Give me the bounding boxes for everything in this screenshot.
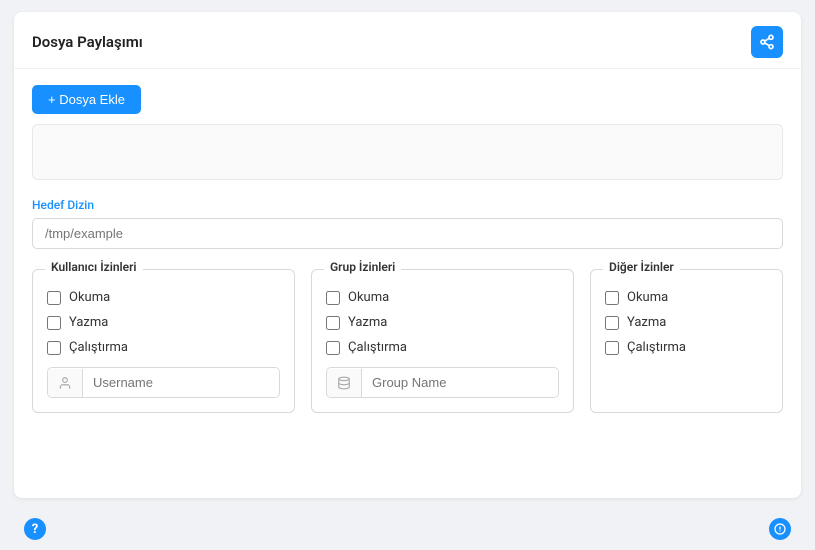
user-read-item: Okuma: [47, 290, 280, 305]
help-button[interactable]: ?: [24, 518, 46, 540]
group-checkboxes: Okuma Yazma Çalıştırma: [326, 290, 559, 355]
other-read-label: Okuma: [627, 290, 668, 305]
group-permissions-title: Grup İzinleri: [324, 260, 401, 274]
username-input[interactable]: [83, 368, 279, 397]
user-permissions-title: Kullanıcı İzinleri: [45, 260, 143, 274]
card-body: + Dosya Ekle Hedef Dizin Kullanıcı İzinl…: [14, 69, 801, 429]
user-write-item: Yazma: [47, 315, 280, 330]
group-icon: [327, 369, 362, 397]
other-write-checkbox[interactable]: [605, 316, 619, 330]
group-write-item: Yazma: [326, 315, 559, 330]
other-exec-item: Çalıştırma: [605, 340, 768, 355]
group-exec-label: Çalıştırma: [348, 340, 407, 355]
group-exec-item: Çalıştırma: [326, 340, 559, 355]
user-checkboxes: Okuma Yazma Çalıştırma: [47, 290, 280, 355]
user-read-checkbox[interactable]: [47, 291, 61, 305]
group-name-input[interactable]: [362, 368, 558, 397]
other-exec-label: Çalıştırma: [627, 340, 686, 355]
other-read-checkbox[interactable]: [605, 291, 619, 305]
user-exec-checkbox[interactable]: [47, 341, 61, 355]
group-write-label: Yazma: [348, 315, 387, 330]
user-icon: [48, 369, 83, 397]
group-write-checkbox[interactable]: [326, 316, 340, 330]
group-input-row: [326, 367, 559, 398]
user-exec-item: Çalıştırma: [47, 340, 280, 355]
info-button[interactable]: [769, 518, 791, 540]
user-read-label: Okuma: [69, 290, 110, 305]
group-exec-checkbox[interactable]: [326, 341, 340, 355]
other-exec-checkbox[interactable]: [605, 341, 619, 355]
share-button[interactable]: [751, 26, 783, 58]
other-write-item: Yazma: [605, 315, 768, 330]
other-checkboxes: Okuma Yazma Çalıştırma: [605, 290, 768, 355]
bottom-bar: ?: [0, 510, 815, 550]
target-dir-input[interactable]: [32, 218, 783, 249]
add-file-button[interactable]: + Dosya Ekle: [32, 85, 141, 114]
group-read-checkbox[interactable]: [326, 291, 340, 305]
page-title: Dosya Paylaşımı: [32, 33, 143, 51]
group-permissions-box: Grup İzinleri Okuma Yazma Çalıştırma: [311, 269, 574, 413]
other-permissions-box: Diğer İzinler Okuma Yazma Çalıştırma: [590, 269, 783, 413]
user-permissions-box: Kullanıcı İzinleri Okuma Yazma Çalışt: [32, 269, 295, 413]
group-read-label: Okuma: [348, 290, 389, 305]
other-read-item: Okuma: [605, 290, 768, 305]
other-permissions-title: Diğer İzinler: [603, 260, 680, 274]
target-dir-label: Hedef Dizin: [32, 198, 783, 212]
file-drop-area: [32, 124, 783, 180]
user-write-checkbox[interactable]: [47, 316, 61, 330]
permissions-row: Kullanıcı İzinleri Okuma Yazma Çalışt: [32, 269, 783, 413]
card-header: Dosya Paylaşımı: [14, 12, 801, 69]
user-write-label: Yazma: [69, 315, 108, 330]
main-card: Dosya Paylaşımı + Dosya Ekle Hedef Dizin: [14, 12, 801, 498]
page-container: Dosya Paylaşımı + Dosya Ekle Hedef Dizin: [0, 0, 815, 550]
group-read-item: Okuma: [326, 290, 559, 305]
user-input-row: [47, 367, 280, 398]
user-exec-label: Çalıştırma: [69, 340, 128, 355]
other-write-label: Yazma: [627, 315, 666, 330]
